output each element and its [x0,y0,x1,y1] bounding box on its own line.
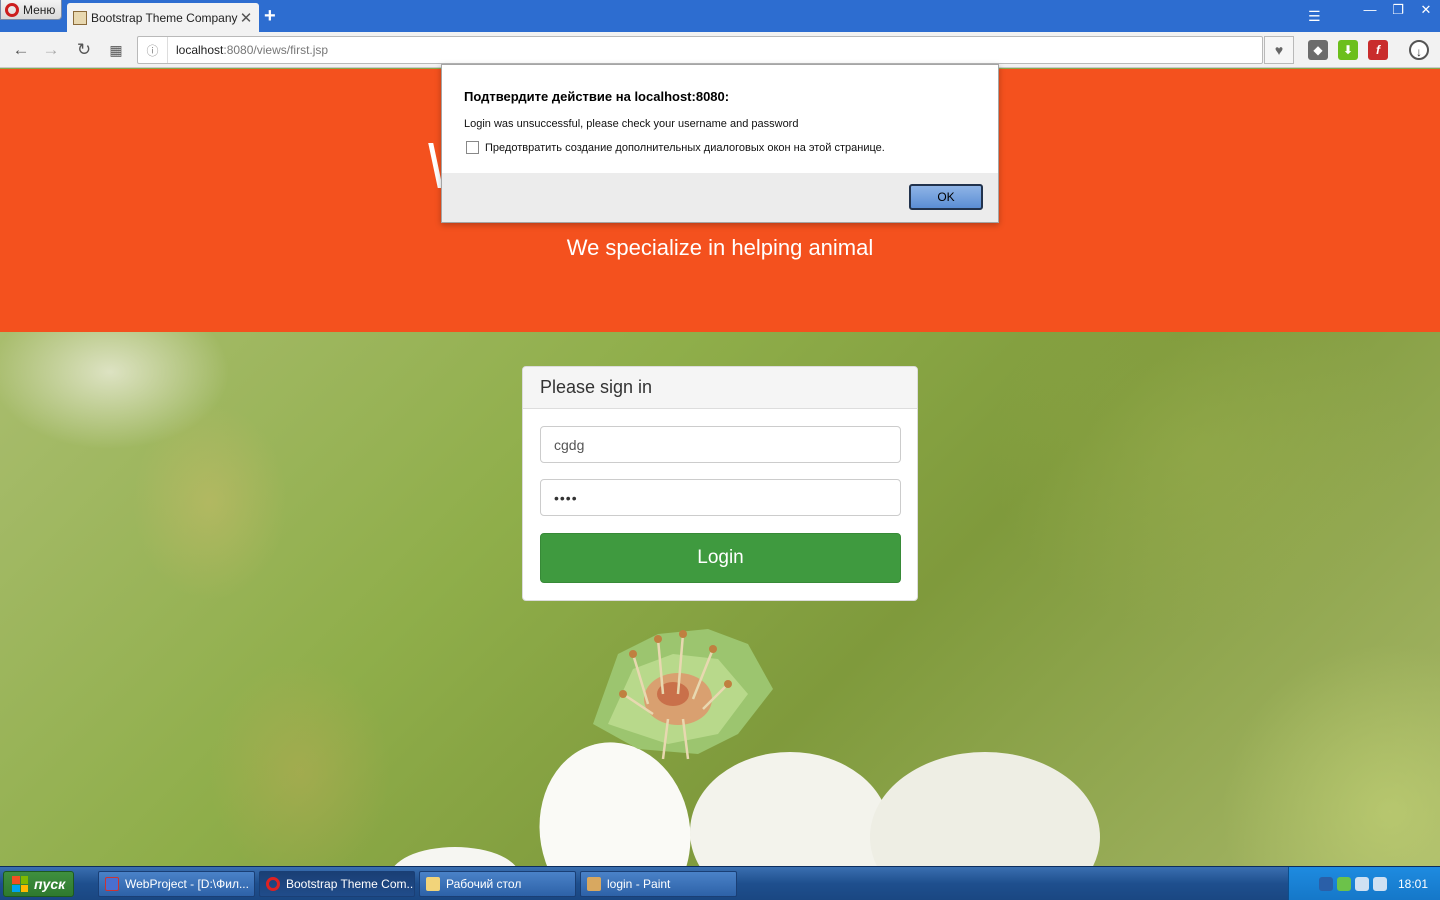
window-controls: — ❐ ✕ [1356,0,1440,22]
new-tab-icon[interactable]: + [264,6,276,26]
prevent-dialogs-row[interactable]: Предотвратить создание дополнительных ди… [466,141,885,154]
browser-title-bar: Меню Bootstrap Theme Company ✕ + ☰ — ❐ ✕ [0,0,1440,32]
forward-icon[interactable]: → [40,39,62,61]
update-icon[interactable]: ↓ [1409,40,1429,60]
url-host: localhost [176,43,224,57]
opera-logo-icon [5,2,19,17]
prevent-dialogs-label: Предотвратить создание дополнительных ди… [485,141,885,154]
login-button[interactable]: Login [540,533,901,583]
taskbar-item-paint[interactable]: login - Paint [580,871,737,897]
tab-menu-icon[interactable]: ☰ [1308,8,1321,25]
minimize-icon[interactable]: — [1356,0,1384,20]
system-tray: 18:01 [1288,867,1440,900]
tray-network-icon[interactable] [1355,877,1369,891]
site-info-icon[interactable]: ⓘ [138,37,168,63]
username-input[interactable]: cgdg [540,426,901,463]
taskbar-item-desktop[interactable]: Рабочий стол [419,871,576,897]
prevent-dialogs-checkbox[interactable] [466,141,479,154]
task-label: WebProject - [D:\Фил... [125,877,249,891]
opera-icon [266,877,280,891]
login-panel-heading: Please sign in [523,367,917,409]
windows-taskbar: пуск WebProject - [D:\Фил... Bootstrap T… [0,866,1440,900]
tray-network-icon-2[interactable] [1373,877,1387,891]
ublock-icon[interactable]: ◆ [1308,40,1328,60]
login-panel: Please sign in cgdg •••• Login [522,366,918,601]
download-icon[interactable]: ⬇ [1338,40,1358,60]
flower-center-illustration [593,629,773,760]
tray-app-icon[interactable] [1319,877,1333,891]
address-bar[interactable]: ⓘ localhost :8080/views/first.jsp [137,36,1263,64]
folder-icon [426,877,440,891]
password-input[interactable]: •••• [540,479,901,516]
start-label: пуск [34,876,66,892]
back-icon[interactable]: ← [10,39,32,61]
task-label: Bootstrap Theme Com... [286,877,415,891]
clock: 18:01 [1397,877,1428,891]
bookmark-heart-icon[interactable]: ♥ [1264,36,1294,64]
close-window-icon[interactable]: ✕ [1412,0,1440,20]
tab-title: Bootstrap Theme Company [91,10,238,25]
dialog-ok-button[interactable]: OK [909,184,983,210]
task-label: Рабочий стол [446,877,522,891]
start-button[interactable]: пуск [3,871,74,897]
dialog-message: Login was unsuccessful, please check you… [464,118,799,130]
taskbar-item-browser[interactable]: Bootstrap Theme Com... [259,871,415,897]
paint-icon [587,877,601,891]
dialog-footer: OK [442,173,998,222]
tray-security-icon[interactable] [1337,877,1351,891]
opera-menu-label: Меню [23,2,56,17]
taskbar-item-webproject[interactable]: WebProject - [D:\Фил... [98,871,255,897]
speed-dial-icon[interactable]: ▦ [105,39,127,61]
restore-icon[interactable]: ❐ [1384,0,1412,20]
browser-nav-bar: ← → ↻ ▦ ⓘ localhost :8080/views/first.js… [0,32,1440,68]
confirm-dialog: Подтвердите действие на localhost:8080: … [441,64,999,223]
url-path: :8080/views/first.jsp [223,43,329,57]
windows-logo-icon [12,876,28,892]
reload-icon[interactable]: ↻ [73,39,95,61]
hero-subtitle: We specialize in helping animal [566,235,874,260]
task-label: login - Paint [607,877,671,891]
dialog-title: Подтвердите действие на localhost:8080: [464,89,730,104]
opera-menu-button[interactable]: Меню [0,0,62,20]
ide-icon [105,877,119,891]
browser-tab[interactable]: Bootstrap Theme Company ✕ [67,3,259,32]
tab-close-icon[interactable]: ✕ [239,9,253,27]
tab-favicon-icon [73,10,87,25]
flash-icon[interactable]: f [1368,40,1388,60]
